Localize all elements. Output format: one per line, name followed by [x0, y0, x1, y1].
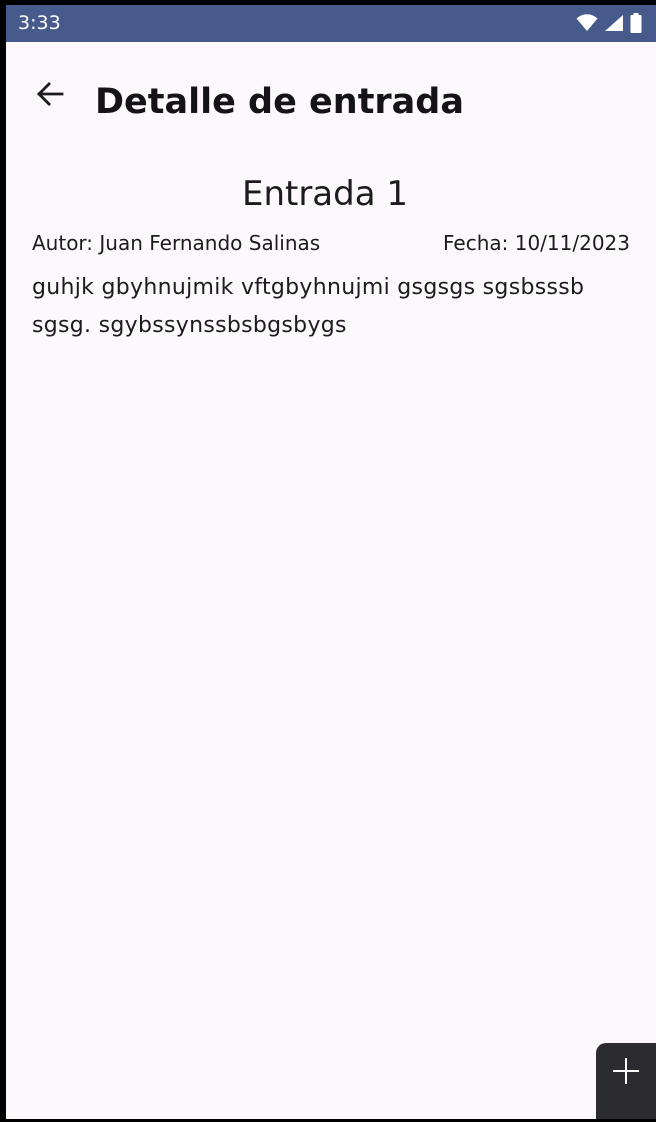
cellular-signal-icon — [605, 15, 623, 31]
entry-author: Autor: Juan Fernando Salinas — [32, 231, 321, 255]
page-title: Detalle de entrada — [95, 82, 464, 122]
entry-title: Entrada 1 — [241, 174, 409, 214]
entry-meta: Autor: Juan Fernando Salinas Fecha: 10/1… — [32, 230, 630, 256]
wifi-icon — [576, 14, 598, 31]
status-time: 3:33 — [18, 12, 61, 34]
battery-icon — [630, 13, 642, 33]
plus-icon — [613, 1058, 639, 1084]
screen: 3:33 Detalle de entrada Entrada 1 Autor:… — [6, 5, 656, 1119]
app-bar: Detalle de entrada — [6, 42, 656, 160]
arrow-left-icon — [37, 82, 64, 106]
status-icons — [576, 12, 642, 34]
add-button[interactable] — [596, 1043, 656, 1119]
status-bar: 3:33 — [6, 5, 656, 42]
back-button[interactable] — [28, 72, 72, 116]
entry-body: guhjk gbyhnujmik vftgbyhnujmi gsgsgs sgs… — [32, 275, 585, 338]
entry-date: Fecha: 10/11/2023 — [442, 231, 630, 255]
